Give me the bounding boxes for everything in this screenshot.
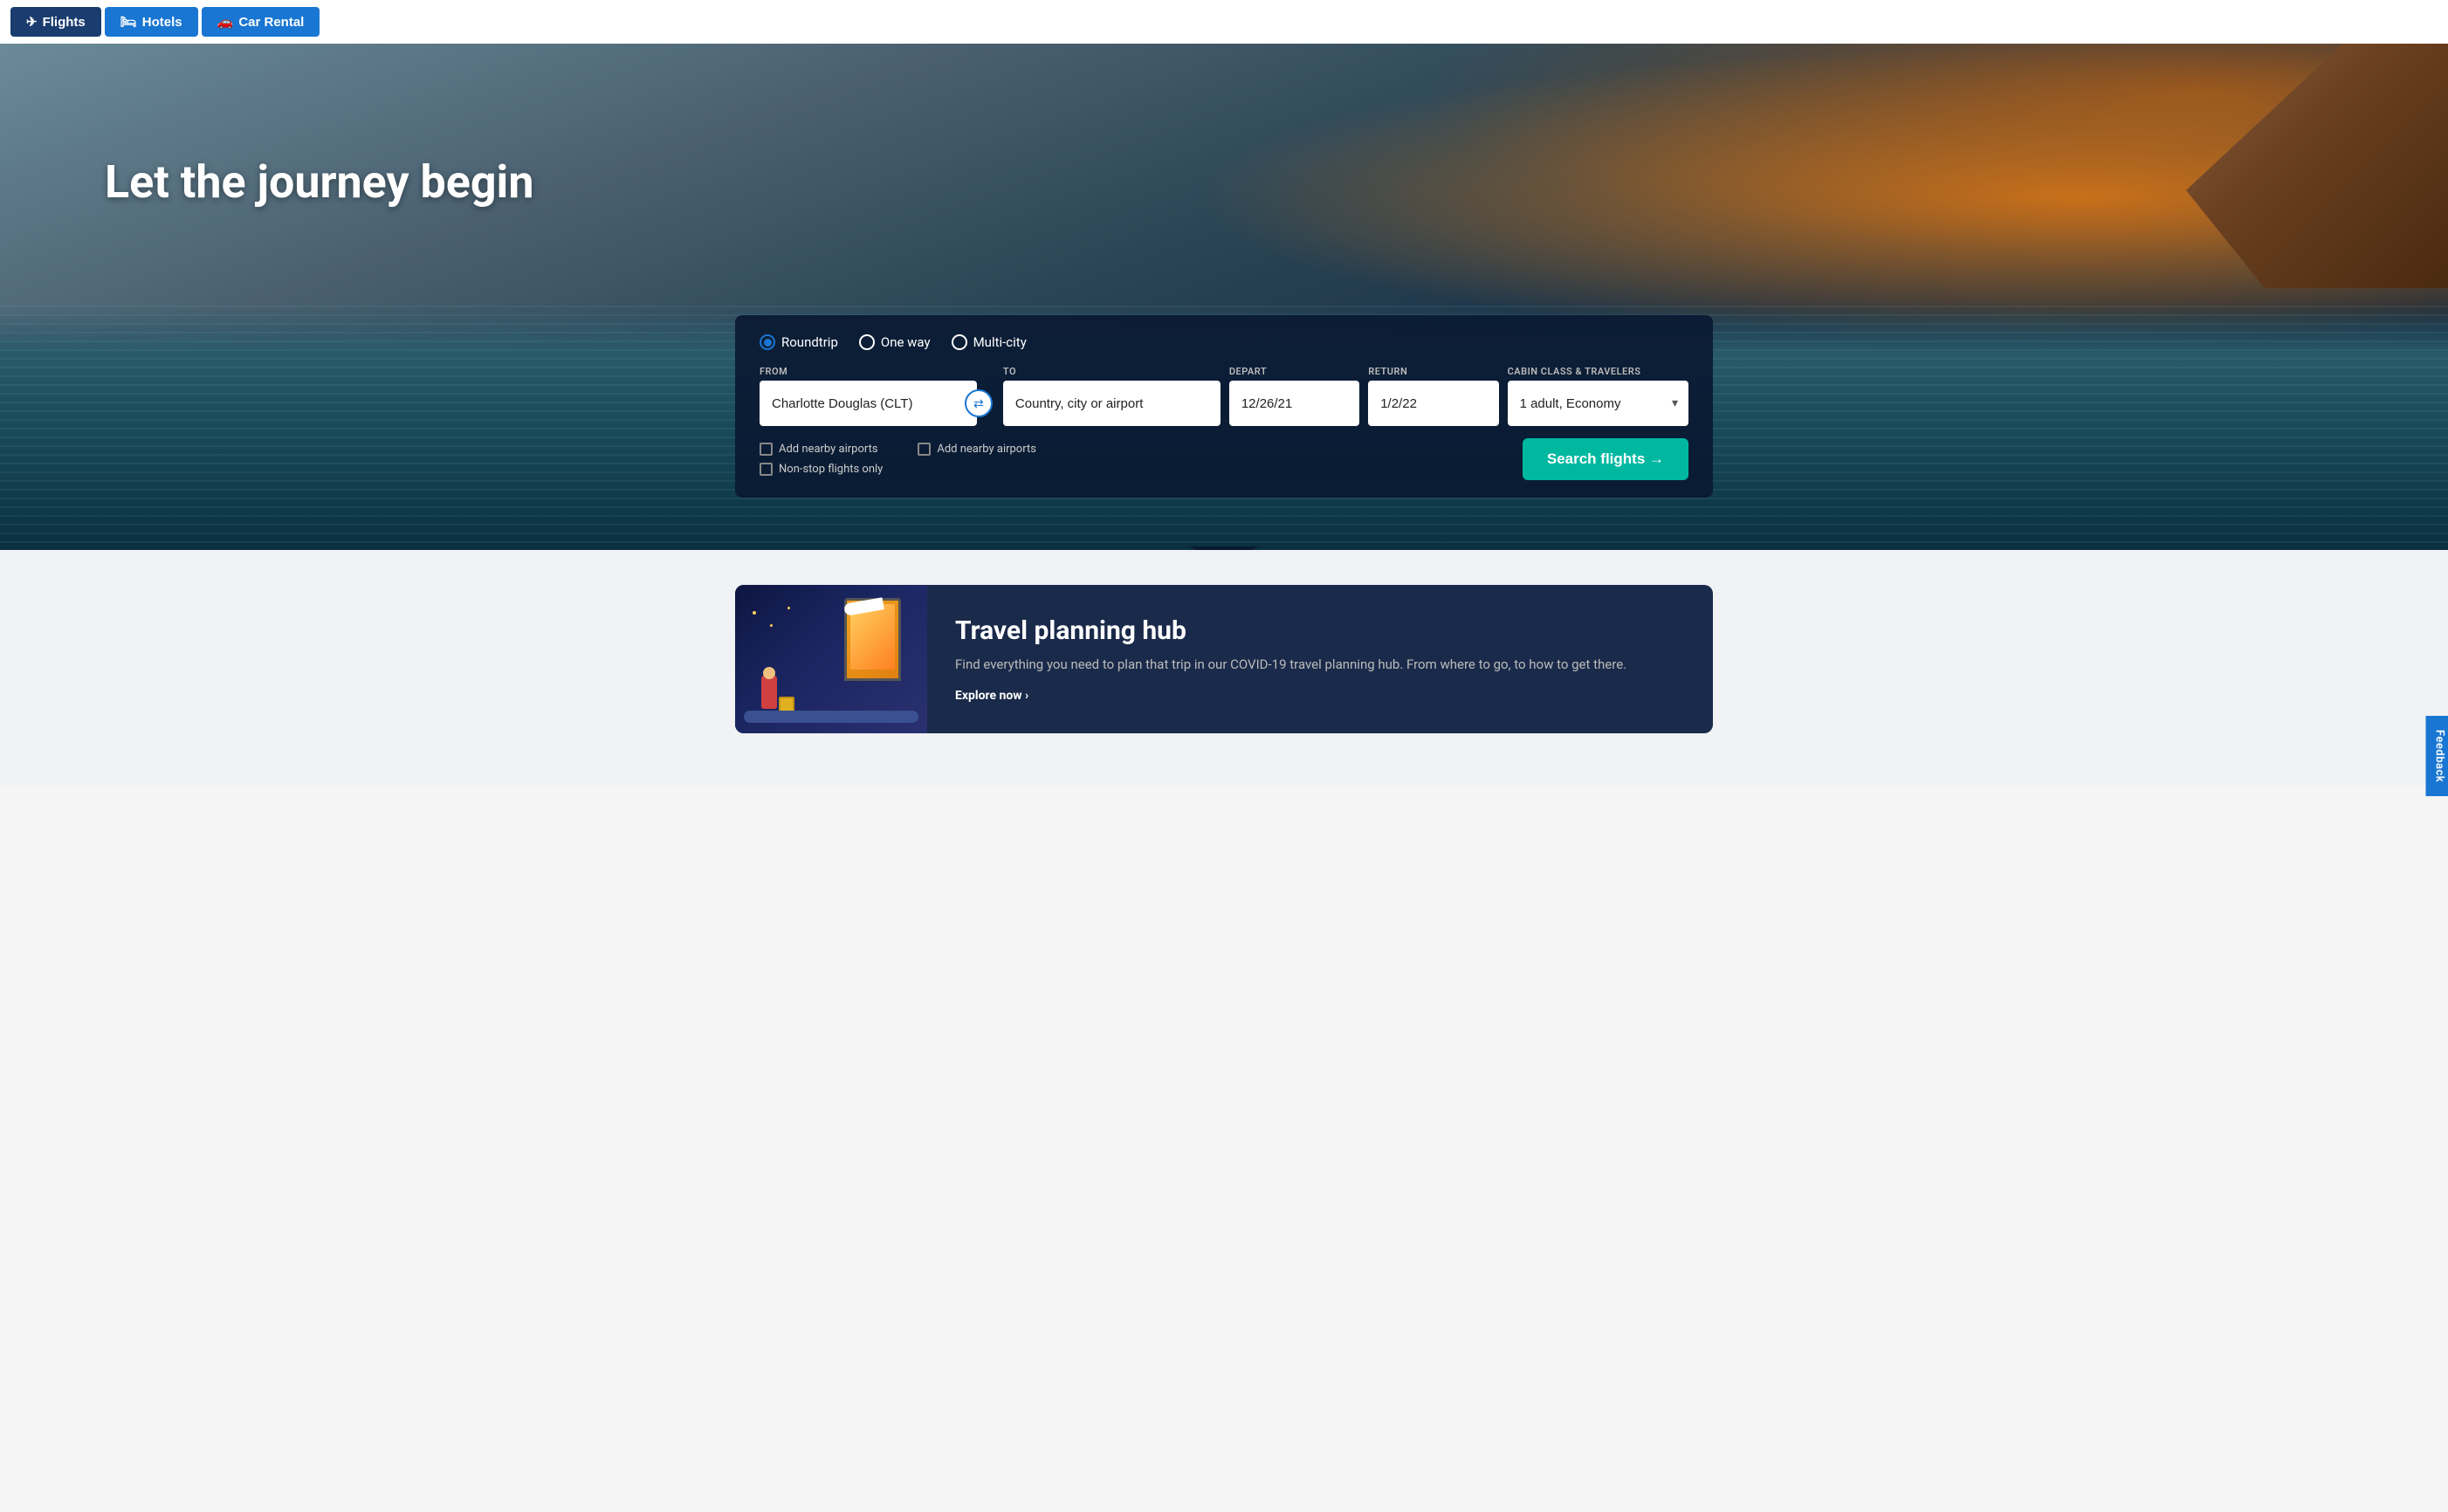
nearby-from-check[interactable]: Add nearby airports bbox=[760, 443, 883, 456]
depart-input[interactable] bbox=[1229, 381, 1359, 426]
swap-button[interactable]: ⇄ bbox=[965, 389, 993, 417]
nav-hotels[interactable]: 🛏 Hotels bbox=[105, 7, 198, 37]
bottom-row: Add nearby airports Non-stop flights onl… bbox=[760, 438, 1688, 480]
nearby-to-check[interactable]: Add nearby airports bbox=[918, 443, 1036, 456]
search-flights-label: Search flights → bbox=[1547, 450, 1664, 468]
multicity-label: Multi-city bbox=[973, 334, 1027, 350]
nav-flights[interactable]: ✈ Flights bbox=[10, 7, 101, 37]
from-field-group: From ⇄ bbox=[760, 366, 977, 426]
hero-title: Let the journey begin bbox=[105, 157, 533, 207]
nonstop-check[interactable]: Non-stop flights only bbox=[760, 463, 883, 476]
depart-label: Depart bbox=[1229, 366, 1359, 377]
cabin-select[interactable]: 1 adult, Economy bbox=[1508, 381, 1688, 426]
hotels-label: Hotels bbox=[142, 15, 182, 30]
nearby-from-label: Add nearby airports bbox=[779, 443, 878, 456]
checkboxes-area: Add nearby airports Non-stop flights onl… bbox=[760, 443, 1036, 476]
hero-chevron bbox=[1189, 546, 1259, 550]
trip-type-row: Roundtrip One way Multi-city bbox=[760, 334, 1688, 350]
cabin-field-group: Cabin Class & Travelers 1 adult, Economy bbox=[1508, 366, 1688, 426]
below-hero: Travel planning hub Find everything you … bbox=[0, 550, 2448, 786]
to-input[interactable] bbox=[1003, 381, 1221, 426]
cabin-select-wrapper: 1 adult, Economy bbox=[1508, 381, 1688, 426]
to-label: To bbox=[1003, 366, 1221, 377]
hub-link[interactable]: Explore now › bbox=[955, 689, 1028, 703]
illus-path bbox=[744, 711, 918, 723]
oneway-radio[interactable]: One way bbox=[859, 334, 931, 350]
oneway-label: One way bbox=[881, 334, 931, 350]
cabin-label: Cabin Class & Travelers bbox=[1508, 366, 1688, 377]
search-box: Roundtrip One way Multi-city From ⇄ bbox=[735, 315, 1713, 498]
return-label: Return bbox=[1368, 366, 1498, 377]
hotels-icon: 🛏 bbox=[120, 14, 137, 30]
to-checkboxes: Add nearby airports bbox=[918, 443, 1036, 476]
illus-dot3 bbox=[787, 607, 790, 609]
fields-row: From ⇄ To Depart Return bbox=[760, 366, 1688, 426]
car-icon: 🚗 bbox=[217, 14, 234, 30]
to-field-group: To bbox=[986, 366, 1221, 426]
hub-card: Travel planning hub Find everything you … bbox=[735, 585, 1713, 733]
nonstop-label: Non-stop flights only bbox=[779, 463, 883, 476]
multicity-radio[interactable]: Multi-city bbox=[952, 334, 1027, 350]
hub-title: Travel planning hub bbox=[955, 615, 1626, 646]
illus-dot1 bbox=[753, 611, 756, 615]
feedback-label: Feedback bbox=[2432, 730, 2445, 782]
roundtrip-radio[interactable]: Roundtrip bbox=[760, 334, 838, 350]
hero-section: Let the journey begin Roundtrip One way … bbox=[0, 44, 2448, 550]
nav-car-rental[interactable]: 🚗 Car Rental bbox=[202, 7, 320, 37]
search-flights-button[interactable]: Search flights → bbox=[1523, 438, 1688, 480]
oneway-circle bbox=[859, 334, 875, 350]
roundtrip-circle bbox=[760, 334, 775, 350]
from-checkboxes: Add nearby airports Non-stop flights onl… bbox=[760, 443, 883, 476]
hub-illustration bbox=[735, 585, 927, 733]
nonstop-checkbox[interactable] bbox=[760, 463, 773, 476]
from-wrapper: ⇄ bbox=[760, 381, 977, 426]
nearby-from-checkbox[interactable] bbox=[760, 443, 773, 456]
return-field-group: Return bbox=[1368, 366, 1498, 426]
multicity-circle bbox=[952, 334, 967, 350]
hub-description: Find everything you need to plan that tr… bbox=[955, 655, 1626, 675]
nearby-to-checkbox[interactable] bbox=[918, 443, 931, 456]
return-input[interactable] bbox=[1368, 381, 1498, 426]
flights-label: Flights bbox=[43, 15, 86, 30]
from-input[interactable] bbox=[760, 381, 977, 426]
illus-person-body bbox=[761, 676, 777, 709]
roundtrip-label: Roundtrip bbox=[781, 334, 838, 350]
hub-content: Travel planning hub Find everything you … bbox=[927, 591, 1654, 728]
main-nav: ✈ Flights 🛏 Hotels 🚗 Car Rental bbox=[0, 0, 2448, 44]
illus-person-head bbox=[763, 667, 775, 679]
nearby-to-label: Add nearby airports bbox=[937, 443, 1036, 456]
car-rental-label: Car Rental bbox=[238, 15, 304, 30]
feedback-tab[interactable]: Feedback bbox=[2425, 716, 2448, 796]
flights-icon: ✈ bbox=[26, 14, 38, 30]
illus-dot2 bbox=[770, 624, 773, 627]
from-label: From bbox=[760, 366, 977, 377]
depart-field-group: Depart bbox=[1229, 366, 1359, 426]
